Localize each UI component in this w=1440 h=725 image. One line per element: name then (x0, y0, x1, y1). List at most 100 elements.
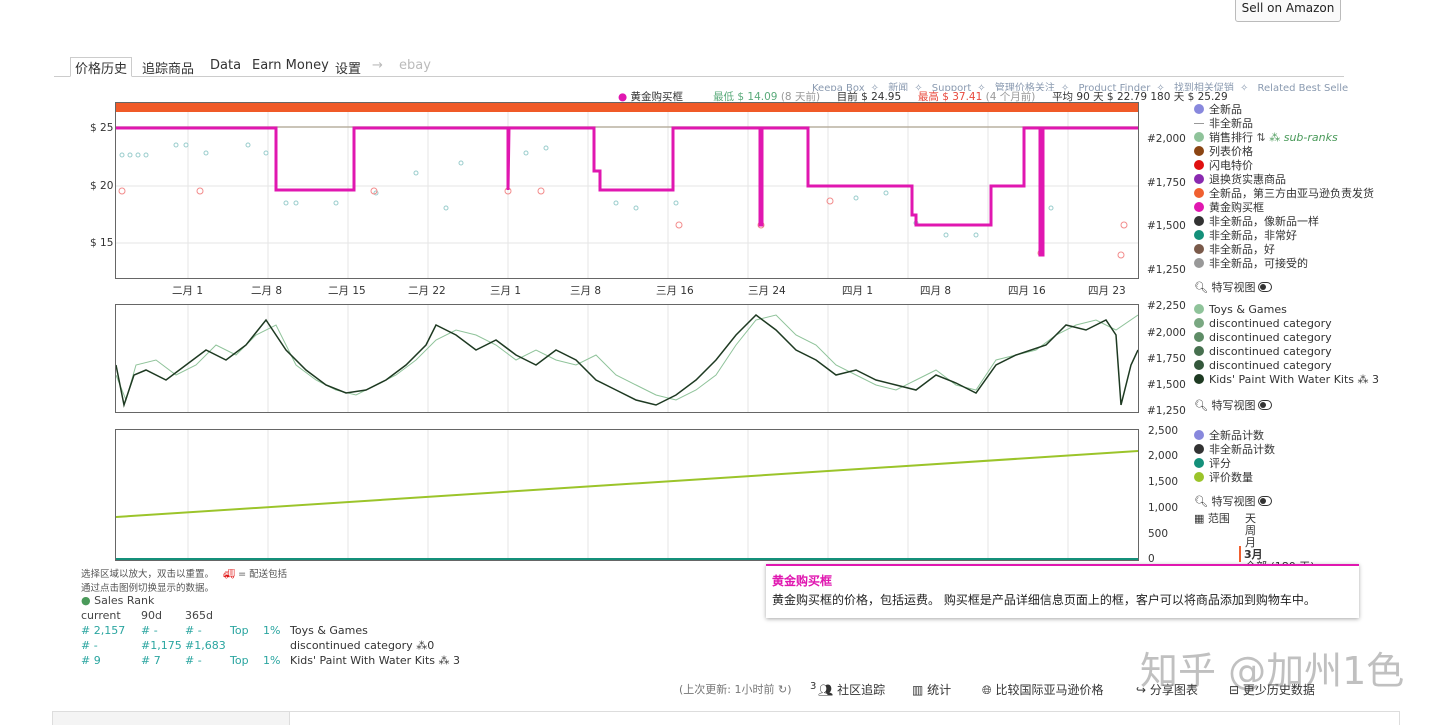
price-chart[interactable] (115, 102, 1139, 279)
xtick: 四月 16 (1008, 285, 1046, 297)
fba-offer-markers (118, 187, 1128, 259)
legend-rank-disc1[interactable]: discontinued category (1194, 317, 1332, 330)
legend-label: 非全新品，可接受的 (1209, 257, 1308, 270)
toggle-icon[interactable] (1258, 496, 1273, 506)
ytick-rank: #1,250 (1147, 405, 1186, 417)
sr-cell: # - (81, 639, 98, 652)
bottom-panel (52, 711, 1400, 725)
sr-cell: # - (185, 624, 202, 637)
sub-ranks-link[interactable]: ⁂ sub-ranks (1269, 131, 1338, 144)
sr-cell: Top (230, 624, 249, 637)
ytick-count: 1,000 (1148, 502, 1179, 514)
sr-cell: 1% (263, 624, 281, 637)
ytick-count: 1,500 (1148, 476, 1179, 488)
statistics-link[interactable]: ▥ 统计 (912, 681, 951, 698)
legend-dot (1194, 216, 1204, 226)
legend-dot (1194, 132, 1204, 142)
sales-rank-chart[interactable] (115, 304, 1139, 413)
sr-category[interactable]: Kids' Paint With Water Kits ⁂ 3 (290, 654, 460, 667)
legend-dot (1194, 318, 1204, 328)
hierarchy-icon: ⁂ (438, 654, 450, 667)
xtick: 二月 1 (172, 285, 204, 297)
legend-dot (1194, 230, 1204, 240)
xtick: 三月 8 (570, 285, 602, 297)
legend-dash (1194, 123, 1204, 124)
legend-dot (1194, 332, 1204, 342)
range-text: 范围 (1207, 512, 1230, 525)
sr-category[interactable]: discontinued category ⁂0 (290, 639, 434, 652)
zoom-toggle-2[interactable]: 🔍︎ 特写视图 (1194, 397, 1273, 413)
legend-review-count[interactable]: 评价数量 (1194, 469, 1253, 485)
community-label: 社区追踪 (837, 683, 886, 697)
ytick-rank: #1,500 (1147, 379, 1186, 391)
legend-rank-disc2[interactable]: discontinued category (1194, 331, 1332, 344)
toggle-icon[interactable] (1258, 282, 1273, 292)
bar-chart-icon: ▥ (912, 683, 924, 697)
statistics-label: 统计 (927, 683, 952, 697)
less-history-label: 更少历史数据 (1242, 683, 1315, 697)
legend-label: Toys & Games (1209, 303, 1287, 316)
sub-ranks-label: sub-ranks (1283, 131, 1338, 144)
xtick: 四月 23 (1088, 285, 1126, 297)
legend-acceptable[interactable]: 非全新品，可接受的 (1194, 255, 1308, 271)
sr-header-current: current (81, 609, 121, 622)
price-chart-svg (116, 112, 1138, 278)
legend-dot (1194, 472, 1204, 482)
sr-category-label: discontinued category (290, 639, 413, 652)
minus-box-icon: ⊟ (1229, 683, 1240, 697)
xtick: 三月 24 (748, 285, 786, 297)
zoom-label: 特写视图 (1211, 495, 1256, 508)
legend-rank-disc4[interactable]: discontinued category (1194, 359, 1332, 372)
legend-dot (1194, 360, 1204, 370)
link-related-best-sellers[interactable]: Related Best Sellers (1258, 83, 1348, 91)
ytick-25: $ 25 (90, 122, 114, 134)
tab-ebay[interactable]: ebay (399, 58, 431, 73)
truck-icon: 🚚︎ (223, 569, 236, 580)
sort-icon[interactable]: ⇅ (1257, 131, 1266, 144)
range-label: ▦ 范围 (1194, 510, 1230, 526)
share-label: 分享图表 (1149, 683, 1198, 697)
share-icon: ↪ (1136, 683, 1147, 697)
zoom-label: 特写视图 (1211, 281, 1256, 294)
chart-notes: 选择区域以放大，双击以重置。 🚚︎ = 配送包括 通过点击图例切换显示的数据。 (81, 566, 287, 594)
less-history-link[interactable]: ⊟ 更少历史数据 (1229, 681, 1315, 698)
legend-dot (1194, 458, 1204, 468)
legend-dot (1194, 174, 1204, 184)
legend-dot (1194, 346, 1204, 356)
legend-rank-toys[interactable]: Toys & Games (1194, 303, 1287, 316)
legend-dot (1194, 304, 1204, 314)
sr-header-365d: 365d (185, 609, 213, 622)
ytick-rank-2000: #2,000 (1147, 133, 1186, 145)
sell-on-amazon-button[interactable]: Sell on Amazon (1235, 0, 1341, 22)
tab-price-history[interactable]: 价格历史 (70, 57, 133, 77)
share-chart-link[interactable]: ↪ 分享图表 (1136, 681, 1198, 698)
review-count-line (116, 450, 1138, 518)
tab-data[interactable]: Data (210, 58, 241, 73)
last-updated: (上次更新: 1小时前 ↻) (679, 683, 792, 696)
compare-link[interactable]: 🌐︎ 比较国际亚马逊价格 (982, 681, 1103, 698)
ytick-count: 500 (1148, 528, 1169, 540)
review-count-chart[interactable] (115, 429, 1139, 561)
zoom-toggle-3[interactable]: 🔍︎ 特写视图 (1194, 493, 1273, 509)
sales-rank-svg (116, 305, 1138, 412)
sr-header-90d: 90d (141, 609, 162, 622)
tab-earn-money[interactable]: Earn Money (252, 58, 329, 73)
sales-rank-title-text: Sales Rank (94, 594, 155, 607)
legend-rank-kids[interactable]: Kids' Paint With Water Kits ⁂ 3 (1194, 373, 1379, 386)
tab-track-product[interactable]: 追踪商品 (142, 58, 194, 77)
legend-label: discontinued category (1209, 345, 1332, 358)
refresh-icon[interactable]: ↻ (778, 683, 787, 696)
search-icon: 🔍︎ (1194, 281, 1208, 294)
sr-cell: 1% (263, 654, 281, 667)
sr-category[interactable]: Toys & Games (290, 624, 368, 637)
sr-sub-count: 0 (427, 639, 435, 652)
sr-cell: # 7 (141, 654, 161, 667)
community-tracking-link[interactable]: 👥︎ 社区追踪 (818, 681, 885, 698)
legend-rank-disc3[interactable]: discontinued category (1194, 345, 1332, 358)
toggle-icon[interactable] (1258, 400, 1273, 410)
legend-label: discontinued category (1209, 317, 1332, 330)
zoom-toggle[interactable]: 🔍︎ 特写视图 (1194, 279, 1273, 295)
legend-label: discontinued category (1209, 331, 1332, 344)
tab-settings[interactable]: 设置 (335, 58, 361, 77)
globe-icon: 🌐︎ (982, 683, 992, 697)
